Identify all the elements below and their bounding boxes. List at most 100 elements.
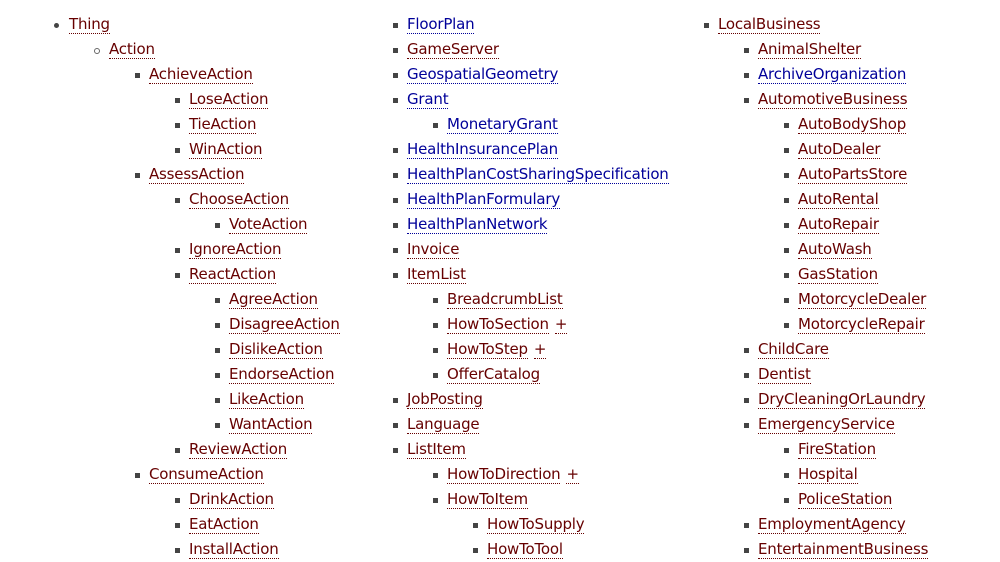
list-item: DisagreeAction — [215, 312, 340, 337]
type-link[interactable]: WantAction — [229, 415, 313, 434]
type-link[interactable]: Thing — [69, 15, 110, 34]
type-link[interactable]: HealthPlanFormulary — [407, 190, 560, 209]
list-item: AutoPartsStore — [784, 162, 907, 187]
type-link[interactable]: Grant — [407, 90, 449, 109]
type-link[interactable]: HowToSection — [447, 315, 549, 334]
list-item: EntertainmentBusiness — [744, 537, 928, 562]
square-bullet-icon — [215, 373, 220, 378]
type-link[interactable]: EntertainmentBusiness — [758, 540, 928, 559]
type-link[interactable]: GameServer — [407, 40, 499, 59]
type-link[interactable]: ChooseAction — [189, 190, 289, 209]
list-item: LoseAction — [175, 87, 268, 112]
type-link[interactable]: Action — [109, 40, 155, 59]
list-item: VoteAction — [215, 212, 308, 237]
square-bullet-icon — [744, 373, 749, 378]
type-link[interactable]: IgnoreAction — [189, 240, 281, 259]
list-item: HowToSection + — [433, 312, 567, 337]
list-item: Language — [393, 412, 480, 437]
list-item: ReactAction — [175, 262, 276, 287]
type-link[interactable]: AutoRepair — [798, 215, 879, 234]
type-link[interactable]: MotorcycleRepair — [798, 315, 925, 334]
list-item: LocalBusiness — [704, 12, 821, 37]
type-link[interactable]: ItemList — [407, 265, 466, 284]
type-link[interactable]: ConsumeAction — [149, 465, 264, 484]
list-item: ConsumeAction — [135, 462, 264, 487]
type-link[interactable]: HowToSupply — [487, 515, 585, 534]
type-link[interactable]: ReactAction — [189, 265, 276, 284]
square-bullet-icon — [135, 73, 140, 78]
type-link[interactable]: InstallAction — [189, 540, 279, 559]
list-item: MotorcycleRepair — [784, 312, 925, 337]
type-link[interactable]: AssessAction — [149, 165, 245, 184]
type-link[interactable]: LikeAction — [229, 390, 304, 409]
type-link[interactable]: MonetaryGrant — [447, 115, 558, 134]
type-link[interactable]: GeospatialGeometry — [407, 65, 558, 84]
type-link[interactable]: ReviewAction — [189, 440, 287, 459]
type-link[interactable]: FloorPlan — [407, 15, 475, 34]
type-link[interactable]: AutoBodyShop — [798, 115, 906, 134]
list-item: AutomotiveBusiness — [744, 87, 908, 112]
type-link[interactable]: HowToTool — [487, 540, 563, 559]
type-link[interactable]: HealthPlanNetwork — [407, 215, 548, 234]
type-link[interactable]: TieAction — [189, 115, 256, 134]
square-bullet-icon — [215, 423, 220, 428]
type-link[interactable]: DislikeAction — [229, 340, 323, 359]
type-link[interactable]: DryCleaningOrLaundry — [758, 390, 926, 409]
type-link[interactable]: Hospital — [798, 465, 858, 484]
type-link[interactable]: AutomotiveBusiness — [758, 90, 908, 109]
square-bullet-icon — [784, 323, 789, 328]
type-link[interactable]: HealthInsurancePlan — [407, 140, 558, 159]
type-link[interactable]: MotorcycleDealer — [798, 290, 926, 309]
type-link[interactable]: ArchiveOrganization — [758, 65, 906, 84]
type-link[interactable]: ListItem — [407, 440, 466, 459]
type-link[interactable]: EmploymentAgency — [758, 515, 906, 534]
list-item: HowToItem — [433, 487, 528, 512]
type-link[interactable]: DrinkAction — [189, 490, 274, 509]
expand-link[interactable]: + — [566, 465, 579, 484]
type-link[interactable]: FireStation — [798, 440, 876, 459]
expand-link[interactable]: + — [554, 315, 567, 334]
type-link[interactable]: PoliceStation — [798, 490, 892, 509]
type-link[interactable]: HowToDirection — [447, 465, 561, 484]
list-item: AutoRental — [784, 187, 879, 212]
list-item: HowToDirection + — [433, 462, 579, 487]
type-link[interactable]: HealthPlanCostSharingSpecification — [407, 165, 669, 184]
square-bullet-icon — [393, 223, 398, 228]
type-link[interactable]: LoseAction — [189, 90, 268, 109]
list-item: OfferCatalog — [433, 362, 540, 387]
type-link[interactable]: AutoWash — [798, 240, 872, 259]
type-link[interactable]: Invoice — [407, 240, 459, 259]
list-item: DislikeAction — [215, 337, 323, 362]
type-link[interactable]: WinAction — [189, 140, 263, 159]
type-link[interactable]: VoteAction — [229, 215, 308, 234]
square-bullet-icon — [784, 223, 789, 228]
type-link[interactable]: AutoRental — [798, 190, 879, 209]
type-link[interactable]: OfferCatalog — [447, 365, 540, 384]
square-bullet-icon — [433, 123, 438, 128]
list-item: FireStation — [784, 437, 876, 462]
expand-link[interactable]: + — [533, 340, 546, 359]
type-link[interactable]: EmergencyService — [758, 415, 895, 434]
type-link[interactable]: LocalBusiness — [718, 15, 821, 34]
type-link[interactable]: AutoPartsStore — [798, 165, 907, 184]
type-link[interactable]: GasStation — [798, 265, 878, 284]
type-link[interactable]: EndorseAction — [229, 365, 334, 384]
square-bullet-icon — [784, 473, 789, 478]
square-bullet-icon — [784, 173, 789, 178]
square-bullet-icon — [175, 273, 180, 278]
type-link[interactable]: ChildCare — [758, 340, 829, 359]
type-link[interactable]: Language — [407, 415, 480, 434]
type-link[interactable]: EatAction — [189, 515, 259, 534]
type-link[interactable]: Dentist — [758, 365, 811, 384]
type-link[interactable]: DisagreeAction — [229, 315, 340, 334]
square-bullet-icon — [784, 123, 789, 128]
type-link[interactable]: HowToStep — [447, 340, 528, 359]
list-item: AchieveAction — [135, 62, 253, 87]
type-link[interactable]: AutoDealer — [798, 140, 881, 159]
type-link[interactable]: JobPosting — [407, 390, 483, 409]
type-link[interactable]: HowToItem — [447, 490, 528, 509]
type-link[interactable]: AnimalShelter — [758, 40, 861, 59]
type-link[interactable]: AgreeAction — [229, 290, 318, 309]
type-link[interactable]: BreadcrumbList — [447, 290, 563, 309]
type-link[interactable]: AchieveAction — [149, 65, 253, 84]
